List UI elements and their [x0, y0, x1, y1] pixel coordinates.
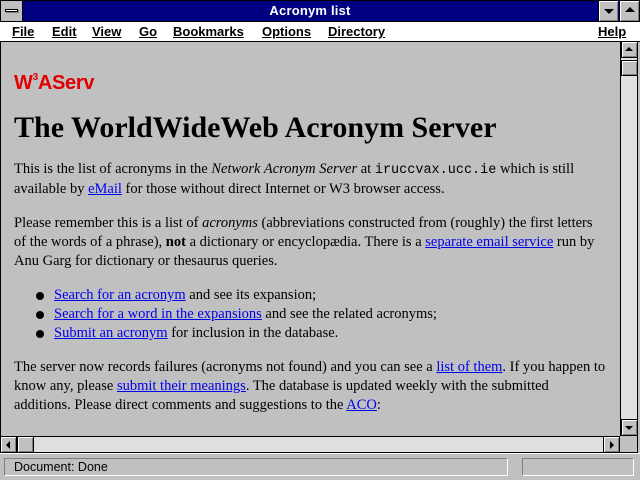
maximize-icon [625, 7, 635, 12]
vertical-scrollbar[interactable] [620, 41, 638, 436]
menu-go[interactable]: Go [139, 24, 157, 39]
submit-acronym-link[interactable]: Submit an acronym [54, 325, 168, 341]
menu-bar: File Edit View Go Bookmarks Options Dire… [0, 22, 640, 42]
aco-link[interactable]: ACO [346, 397, 377, 413]
menu-file-label: File [12, 24, 35, 39]
bullet-icon [36, 311, 44, 319]
reminder-paragraph: Please remember this is a list of acrony… [14, 214, 607, 271]
separate-email-service-link[interactable]: separate email service [425, 234, 553, 250]
window-title: Acronym list [269, 3, 351, 18]
title-bar[interactable]: Acronym list [0, 0, 640, 22]
menu-edit-label: Edit [52, 24, 77, 39]
browser-window: Acronym list File Edit View Go Bookmarks… [0, 0, 640, 480]
scroll-left-button[interactable] [0, 436, 17, 453]
intro-server-name: Network Acronym Server [211, 161, 358, 177]
progress-indicator [522, 458, 634, 476]
intro-paragraph: This is the list of acronyms in the Netw… [14, 160, 607, 199]
arrow-right-icon [610, 441, 614, 449]
intro-text-4: for those without direct Internet or W3 … [121, 181, 445, 197]
document-view[interactable]: W3AServ The WorldWideWeb Acronym Server … [0, 42, 620, 436]
search-acronym-link[interactable]: Search for an acronym [54, 287, 186, 303]
menu-help[interactable]: Help [598, 24, 626, 39]
reminder-strong: not [165, 234, 186, 250]
system-menu-button[interactable] [1, 1, 23, 21]
reminder-text-3: a dictionary or encyclopædia. There is a [185, 234, 426, 250]
list-item: Search for an acronym and see its expans… [14, 286, 607, 305]
document-body: W3AServ The WorldWideWeb Acronym Server … [1, 68, 607, 415]
intro-hostname: iruccvax.ucc.ie [374, 163, 497, 178]
menu-directory-label: Directory [328, 24, 386, 39]
scroll-up-button[interactable] [621, 41, 638, 58]
reminder-text-1: Please remember this is a list of [14, 215, 203, 231]
maximize-button[interactable] [619, 1, 639, 21]
menu-view[interactable]: View [92, 24, 121, 39]
logo-w: W [14, 72, 33, 94]
w3aserv-logo: W3AServ [14, 68, 607, 93]
arrow-down-icon [625, 426, 633, 430]
menu-bookmarks-label: Bookmarks [173, 24, 244, 39]
list-item-text: and see its expansion; [185, 287, 317, 303]
menu-go-label: Go [139, 24, 158, 39]
bullet-icon [36, 330, 44, 338]
horizontal-scroll-thumb[interactable] [17, 436, 34, 453]
logo-aserv: AServ [37, 72, 95, 94]
menu-options-label: Options [262, 24, 312, 39]
reminder-emphasis: acronyms [202, 215, 258, 231]
list-item-text: and see the related acronyms; [261, 306, 437, 322]
minimize-button[interactable] [598, 1, 618, 21]
arrow-left-icon [6, 441, 10, 449]
intro-text-1: This is the list of acronyms in the [14, 161, 212, 177]
failures-text-4: : [376, 397, 381, 413]
system-menu-icon [5, 9, 18, 12]
list-item: Submit an acronym for inclusion in the d… [14, 324, 607, 343]
bullet-icon [36, 292, 44, 300]
arrow-up-icon [625, 47, 633, 51]
menu-view-label: View [92, 24, 122, 39]
page-heading: The WorldWideWeb Acronym Server [14, 111, 497, 144]
menu-edit[interactable]: Edit [52, 24, 77, 39]
submit-meanings-link[interactable]: submit their meanings [117, 378, 246, 394]
menu-options[interactable]: Options [262, 24, 311, 39]
status-bar: Document: Done [0, 453, 640, 480]
list-item-text: for inclusion in the database. [167, 325, 339, 341]
search-expansions-link[interactable]: Search for a word in the expansions [54, 306, 262, 322]
scroll-right-button[interactable] [603, 436, 620, 453]
horizontal-scrollbar[interactable] [0, 436, 620, 453]
scrollbar-corner [620, 436, 638, 453]
menu-directory[interactable]: Directory [328, 24, 385, 39]
menu-bookmarks[interactable]: Bookmarks [173, 24, 244, 39]
scroll-down-button[interactable] [621, 419, 638, 436]
action-list: Search for an acronym and see its expans… [14, 286, 607, 343]
failures-text-1: The server now records failures (acronym… [14, 359, 437, 375]
email-link[interactable]: eMail [88, 181, 122, 197]
menu-file[interactable]: File [12, 24, 34, 39]
failures-paragraph: The server now records failures (acronym… [14, 358, 607, 415]
intro-text-2: at [357, 161, 375, 177]
status-text: Document: Done [4, 458, 508, 476]
list-of-failures-link[interactable]: list of them [436, 359, 502, 375]
menu-help-label: Help [598, 24, 627, 39]
list-item: Search for a word in the expansions and … [14, 305, 607, 324]
vertical-scroll-thumb[interactable] [621, 60, 638, 76]
minimize-icon [604, 9, 614, 14]
